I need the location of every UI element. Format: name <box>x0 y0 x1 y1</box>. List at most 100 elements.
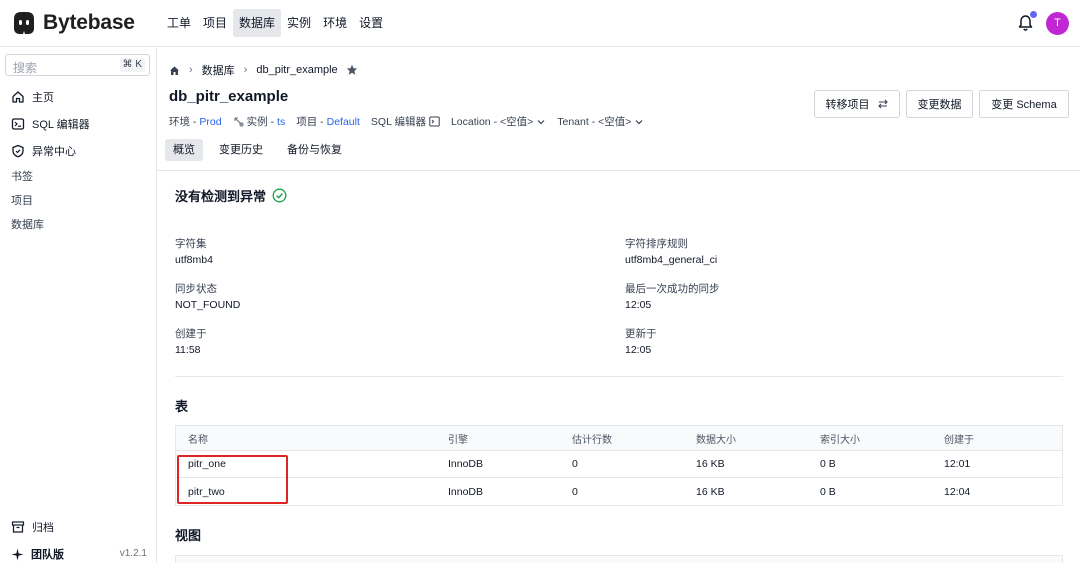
last-sync-value: 12:05 <box>625 299 652 311</box>
anomaly-status: 没有检测到异常 <box>175 186 287 205</box>
sidebar-item-label: SQL 编辑器 <box>32 119 90 131</box>
column-header-data-size[interactable]: 数据大小 <box>696 426 736 450</box>
table-header: 名称 引擎 估计行数 数据大小 索引大小 创建于 <box>176 426 1062 451</box>
column-header-engine[interactable]: 引擎 <box>448 426 468 450</box>
logo-text: Bytebase <box>43 11 135 34</box>
sidebar: 搜索 ⌘ K 主页 SQL 编辑器 异常中心 书签 项目 数据库 归档 团队版 … <box>0 48 157 563</box>
meta-label: 项目 - <box>296 116 324 128</box>
button-label: 变更 Schema <box>991 99 1057 111</box>
archive-icon <box>11 521 25 533</box>
environment-link[interactable]: Prod <box>199 116 221 128</box>
terminal-icon <box>429 116 440 127</box>
avatar[interactable]: T <box>1046 12 1069 35</box>
meta-project[interactable]: 项目 - Default <box>296 114 360 129</box>
project-link[interactable]: Default <box>327 116 360 128</box>
meta-label: 实例 - <box>246 116 275 128</box>
index-size-cell: 0 B <box>820 458 836 470</box>
updated-value: 12:05 <box>625 344 652 356</box>
chevron-right-icon: › <box>243 64 248 76</box>
charset-label: 字符集 <box>175 238 207 250</box>
rows-cell: 0 <box>572 458 578 470</box>
sidebar-section-bookmarks[interactable]: 书签 <box>11 168 33 184</box>
database-meta: 环境 - Prod 实例 - ts 项目 - Default SQL 编辑器 L… <box>169 114 655 129</box>
sidebar-item-anomaly-center[interactable]: 异常中心 <box>11 143 76 159</box>
views-table <box>175 555 1063 563</box>
tables-table: 名称 引擎 估计行数 数据大小 索引大小 创建于 pitr_one InnoDB… <box>175 425 1063 506</box>
meta-sql-editor[interactable]: SQL 编辑器 <box>371 114 440 129</box>
version-label: v1.2.1 <box>119 548 147 559</box>
anomaly-title: 没有检测到异常 <box>175 189 267 204</box>
sync-status-value: NOT_FOUND <box>175 299 241 311</box>
rows-cell: 0 <box>572 485 578 498</box>
top-nav: 工单 项目 数据库 实例 环境 设置 <box>161 9 389 37</box>
meta-label: Tenant - <空值> <box>557 116 632 128</box>
sidebar-section-projects[interactable]: 项目 <box>11 192 33 208</box>
swap-icon <box>877 99 888 109</box>
terminal-icon <box>11 118 25 130</box>
created-cell: 12:01 <box>944 458 971 470</box>
nav-item-projects[interactable]: 项目 <box>197 9 233 37</box>
main-content: › 数据库 › db_pitr_example db_pitr_example … <box>157 48 1080 563</box>
meta-tenant[interactable]: Tenant - <空值> <box>557 114 644 129</box>
meta-instance[interactable]: 实例 - ts <box>233 114 285 129</box>
breadcrumb-item-databases[interactable]: 数据库 <box>202 62 235 78</box>
column-header-created[interactable]: 创建于 <box>944 426 974 450</box>
tab-change-history[interactable]: 变更历史 <box>211 139 271 161</box>
updated-label: 更新于 <box>625 328 657 340</box>
logo[interactable]: Bytebase <box>10 9 135 37</box>
chevron-down-icon <box>635 119 643 124</box>
created-value: 11:58 <box>175 344 201 356</box>
home-icon[interactable] <box>169 65 180 76</box>
last-sync-label: 最后一次成功的同步 <box>625 283 720 295</box>
column-header-index-size[interactable]: 索引大小 <box>820 426 860 450</box>
column-header-name[interactable]: 名称 <box>188 426 208 450</box>
created-cell: 12:04 <box>944 485 971 498</box>
sidebar-section-databases[interactable]: 数据库 <box>11 216 44 232</box>
page-title: db_pitr_example <box>169 88 289 105</box>
table-row[interactable]: pitr_two InnoDB 0 16 KB 0 B 12:04 <box>176 478 1062 505</box>
nav-item-instances[interactable]: 实例 <box>281 9 317 37</box>
meta-label: Location - <空值> <box>450 116 534 128</box>
table-row[interactable]: pitr_one InnoDB 0 16 KB 0 B 12:01 <box>176 451 1062 478</box>
transfer-project-button[interactable]: 转移项目 <box>814 90 900 118</box>
home-icon <box>12 91 24 103</box>
nav-item-environments[interactable]: 环境 <box>317 9 353 37</box>
chevron-down-icon <box>537 119 545 124</box>
search-shortcut: ⌘ K <box>119 58 145 72</box>
charset-value: utf8mb4 <box>175 254 213 266</box>
nav-item-tickets[interactable]: 工单 <box>161 9 197 37</box>
search-input[interactable]: 搜索 ⌘ K <box>5 54 150 76</box>
breadcrumb: › 数据库 › db_pitr_example <box>169 62 358 78</box>
star-icon[interactable] <box>346 64 358 76</box>
change-schema-button[interactable]: 变更 Schema <box>979 90 1069 118</box>
button-label: 转移项目 <box>825 99 870 111</box>
views-section-title: 视图 <box>175 528 202 543</box>
tab-backup-restore[interactable]: 备份与恢复 <box>279 139 350 161</box>
chevron-right-icon: › <box>189 64 193 76</box>
sidebar-item-archive[interactable]: 归档 <box>11 519 54 535</box>
instance-link[interactable]: ts <box>277 116 285 128</box>
plan-badge[interactable]: 团队版 <box>11 546 64 562</box>
breadcrumb-item-current: db_pitr_example <box>256 64 338 76</box>
data-size-cell: 16 KB <box>696 458 725 470</box>
engine-cell: InnoDB <box>448 458 484 470</box>
meta-location[interactable]: Location - <空值> <box>451 114 546 129</box>
sidebar-item-label: 主页 <box>32 92 54 104</box>
sparkle-icon <box>11 548 24 560</box>
column-header-rows[interactable]: 估计行数 <box>572 426 612 450</box>
tab-divider <box>157 170 1080 171</box>
meta-label: 环境 - <box>169 116 197 128</box>
button-label: 变更数据 <box>917 99 962 111</box>
tab-bar: 概览 变更历史 备份与恢复 <box>165 139 358 161</box>
change-data-button[interactable]: 变更数据 <box>906 90 973 118</box>
tables-section-title: 表 <box>175 399 189 414</box>
meta-environment[interactable]: 环境 - Prod <box>169 114 222 129</box>
instance-icon <box>234 117 244 127</box>
nav-item-settings[interactable]: 设置 <box>353 9 389 37</box>
nav-item-databases[interactable]: 数据库 <box>233 9 282 37</box>
collation-label: 字符排序规则 <box>625 238 688 250</box>
sidebar-item-label: 归档 <box>32 522 54 534</box>
tab-overview[interactable]: 概览 <box>165 139 203 161</box>
sidebar-item-home[interactable]: 主页 <box>11 89 54 105</box>
sidebar-item-sql-editor[interactable]: SQL 编辑器 <box>11 116 90 132</box>
